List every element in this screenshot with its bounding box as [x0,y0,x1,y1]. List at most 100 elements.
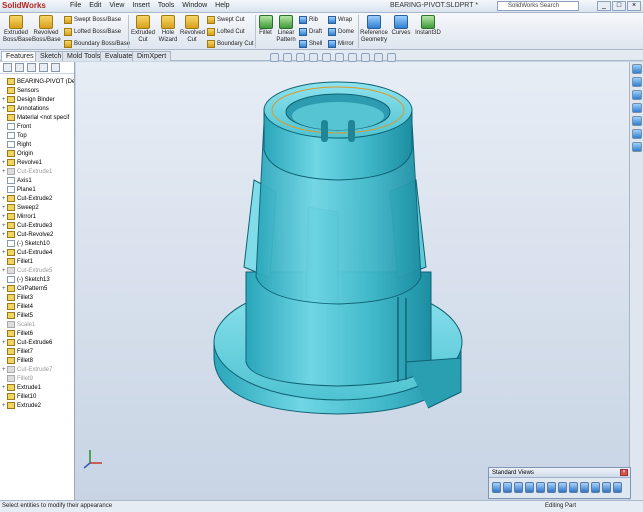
dome-button[interactable]: Dome [328,28,354,36]
tree-item[interactable]: + Cut-Extrude3 [2,221,52,230]
boundary-cut-button[interactable]: Boundary Cut [207,40,254,48]
tree-item[interactable]: Scale1 [2,320,35,329]
display-manager-tab-icon[interactable] [51,63,60,72]
dimetric-view-icon[interactable] [580,482,589,493]
menu-help[interactable]: Help [215,2,229,9]
tree-item[interactable]: Fillet8 [2,356,33,365]
curves-button[interactable]: Curves [390,15,412,37]
swept-cut-button[interactable]: Swept Cut [207,16,245,24]
isometric-view-icon[interactable] [558,482,567,493]
appearances-icon[interactable] [631,129,642,139]
view-orientation-icon[interactable] [322,53,331,62]
tree-item[interactable]: Fillet5 [2,311,33,320]
tree-item[interactable]: Fillet3 [2,293,33,302]
reference-geometry-button[interactable]: Reference Geometry [360,15,388,44]
tree-item[interactable]: Fillet7 [2,347,33,356]
boundary-boss-button[interactable]: Boundary Boss/Base [64,40,130,48]
resources-icon[interactable] [631,64,642,74]
extruded-cut-button[interactable]: Extruded Cut [131,15,155,44]
revolved-cut-button[interactable]: Revolved Cut [180,15,205,44]
tree-item[interactable]: Front [2,122,31,131]
menu-window[interactable]: Window [182,2,207,9]
close-icon[interactable]: × [620,469,628,476]
tree-item[interactable]: Sensors [2,86,39,95]
tree-item[interactable]: Fillet1 [2,257,33,266]
tree-item[interactable]: + Extrude2 [2,401,41,410]
view-settings-icon[interactable] [387,53,396,62]
tree-item[interactable]: + Cut-Extrude2 [2,194,52,203]
search-input[interactable]: SolidWorks Search [497,1,579,11]
tree-item[interactable]: Material <not specif [2,113,69,122]
custom-properties-icon[interactable] [631,142,642,152]
tree-item[interactable]: Fillet4 [2,302,33,311]
menu-edit[interactable]: Edit [89,2,101,9]
lofted-boss-button[interactable]: Lofted Boss/Base [64,28,121,36]
wrap-button[interactable]: Wrap [328,16,352,24]
draft-button[interactable]: Draft [299,28,322,36]
lofted-cut-button[interactable]: Lofted Cut [207,28,245,36]
rib-button[interactable]: Rib [299,16,318,24]
tree-item[interactable]: + Extrude1 [2,383,41,392]
swept-boss-button[interactable]: Swept Boss/Base [64,16,121,24]
tree-item[interactable]: + Cut-Extrude5 [2,266,52,275]
top-view-icon[interactable] [536,482,545,493]
search-results-icon[interactable] [631,103,642,113]
tree-item[interactable]: Fillet9 [2,374,33,383]
menu-view[interactable]: View [109,2,124,9]
design-library-icon[interactable] [631,77,642,87]
mirror-button[interactable]: Mirror [328,40,354,48]
tree-item[interactable]: (-) Sketch13 [2,275,50,284]
property-manager-tab-icon[interactable] [15,63,24,72]
zoom-to-fit-icon[interactable] [270,53,279,62]
tree-item[interactable]: Top [2,131,27,140]
tree-item[interactable]: Plane1 [2,185,36,194]
tree-item[interactable]: Fillet10 [2,392,36,401]
back-view-icon[interactable] [503,482,512,493]
apply-scene-icon[interactable] [374,53,383,62]
maximize-button[interactable]: □ [612,1,626,11]
right-view-icon[interactable] [525,482,534,493]
bearing-pivot-model[interactable] [76,62,629,500]
extruded-boss-button[interactable]: Extruded Boss/Base [3,15,32,44]
tree-item[interactable]: + Cut-Extrude6 [2,338,52,347]
tree-item[interactable]: Right [2,140,31,149]
tree-item[interactable]: + Annotations [2,104,49,113]
tree-item[interactable]: + Revolve1 [2,158,42,167]
normal-to-view-icon[interactable] [591,482,600,493]
instant3d-button[interactable]: Instant3D [414,15,442,37]
tree-item[interactable]: + Cut-Extrude4 [2,248,52,257]
close-button[interactable]: × [627,1,641,11]
minimize-button[interactable]: _ [597,1,611,11]
edit-appearance-icon[interactable] [361,53,370,62]
tree-item[interactable]: + Mirror1 [2,212,36,221]
configuration-tab-icon[interactable] [27,63,36,72]
display-style-icon[interactable] [335,53,344,62]
tree-item[interactable]: BEARING-PIVOT (Defa [2,77,74,86]
tree-item[interactable]: + Design Binder [2,95,55,104]
menu-file[interactable]: File [70,2,81,9]
tree-item[interactable]: + CirPattern5 [2,284,47,293]
feature-tree-tab-icon[interactable] [3,63,12,72]
solidworks-logo[interactable]: SolidWorks [2,1,46,10]
revolved-boss-button[interactable]: Revolved Boss/Base [32,15,61,44]
tree-item[interactable]: Axis1 [2,176,32,185]
menu-insert[interactable]: Insert [132,2,150,9]
file-explorer-icon[interactable] [631,90,642,100]
tree-item[interactable]: (-) Sketch10 [2,239,50,248]
tree-item[interactable]: + Sweep2 [2,203,39,212]
bottom-view-icon[interactable] [547,482,556,493]
view-selector-icon[interactable] [613,482,622,493]
trimetric-view-icon[interactable] [569,482,578,493]
tree-item[interactable]: Origin [2,149,33,158]
tab-mold-tools[interactable]: Mold Tools [62,51,106,61]
fillet-button[interactable]: Fillet [257,15,274,37]
tab-dimxpert[interactable]: DimXpert [132,51,172,61]
front-view-icon[interactable] [492,482,501,493]
section-view-icon[interactable] [309,53,318,62]
shell-button[interactable]: Shell [299,40,322,48]
tree-item[interactable]: + Cut-Revolve2 [2,230,53,239]
zoom-area-icon[interactable] [283,53,292,62]
previous-view-icon[interactable] [296,53,305,62]
linear-pattern-button[interactable]: Linear Pattern [275,15,297,44]
tab-features[interactable]: Features [1,51,39,61]
